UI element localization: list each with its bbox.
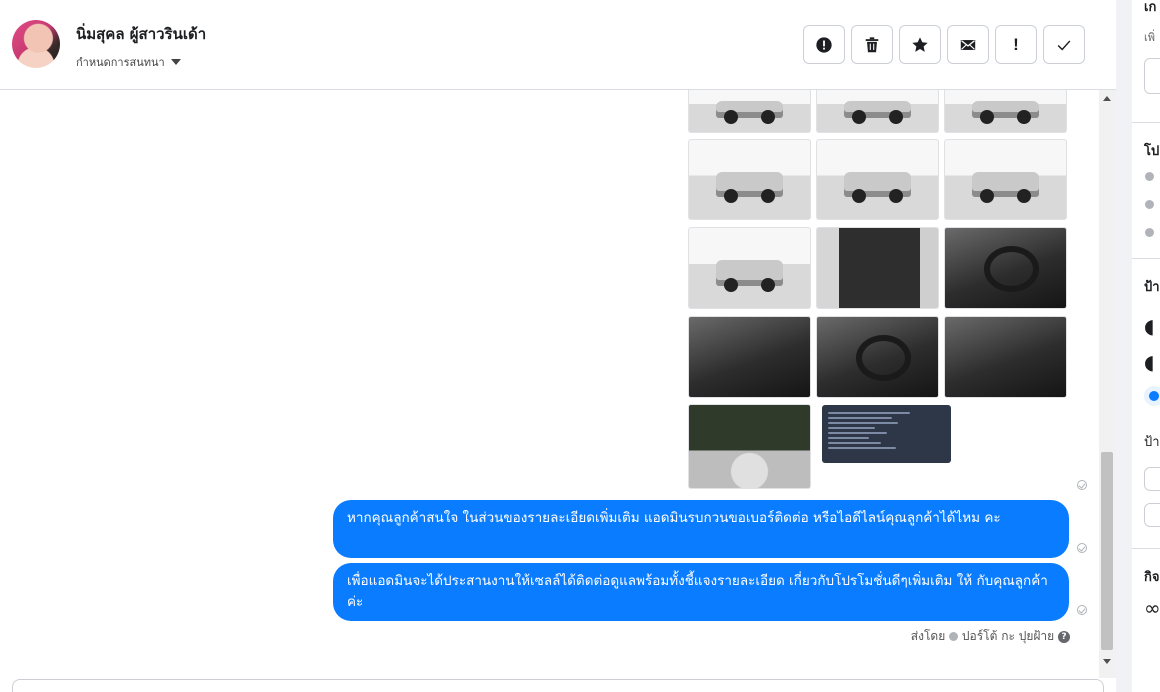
attachment-image[interactable] [944,90,1067,133]
attachment-image[interactable] [688,90,811,133]
done-button[interactable] [1043,25,1085,64]
envelope-icon [960,39,976,50]
attachment-spec-image[interactable] [822,405,951,463]
star-button[interactable] [899,25,941,64]
attachment-image[interactable] [944,139,1067,220]
assign-conversation-dropdown[interactable]: กำหนดการสนทนา [76,53,181,71]
clock-icon [1145,172,1154,181]
contact-name[interactable]: นิ่มสุคล ผู้สาวรินเด้า [76,22,206,46]
attachment-image[interactable] [816,90,939,133]
thread-scrollbar[interactable] [1099,90,1116,678]
conversation-actions: ! [803,25,1085,64]
sent-by-info: ส่งโดย ปอร์โต้ กะ ปุยฝ้าย ? [860,627,1070,646]
panel-input[interactable] [1144,503,1160,527]
location-pin-icon [1145,228,1154,237]
panel-section-subtitle: ป้า [1144,435,1160,450]
infinity-icon: ∞ [1144,596,1160,620]
contact-details-panel: เก เพิ่ โป ป้า ◖ ◖ ป้า กิจ ∞ [1132,0,1160,692]
message-text: หากคุณลูกค้าสนใจ ในส่วนของรายละเอียดเพิ่… [347,510,1001,526]
contact-avatar[interactable] [12,20,60,68]
conversation-header: นิ่มสุคล ผู้สาวรินเด้า กำหนดการสนทนา ! [0,0,1116,90]
assign-label: กำหนดการสนทนา [76,56,165,69]
panel-section-title: กิจ [1144,570,1160,585]
alert-circle-icon [816,36,832,53]
scroll-up-arrow-icon[interactable] [1103,96,1111,101]
label-selected-radio[interactable] [1144,386,1160,406]
panel-divider-line [1132,258,1160,259]
panel-divider [1116,0,1132,692]
message-text: เพื่อแอดมินจะได้ประสานงานให้เซลล์ได้ติดต… [347,573,1048,610]
mark-unread-button[interactable] [947,25,989,64]
attachment-image[interactable] [688,227,811,309]
attachment-image[interactable] [688,404,811,489]
panel-section-title: โป [1144,144,1160,159]
panel-section-title: เก [1144,0,1157,15]
seen-check-icon [1077,480,1087,490]
trash-icon [865,36,879,52]
attachment-image[interactable] [944,316,1067,398]
attachment-image[interactable] [816,227,939,309]
scroll-down-arrow-icon[interactable] [1103,659,1111,664]
caret-down-icon [170,59,181,65]
attachment-image[interactable] [944,227,1067,309]
attachment-image[interactable] [688,139,811,220]
spam-button[interactable] [803,25,845,64]
delete-button[interactable] [851,25,893,64]
help-icon[interactable]: ? [1058,630,1070,643]
message-composer[interactable] [12,679,1104,692]
message-bubble[interactable]: เพื่อแอดมินจะได้ประสานงานให้เซลล์ได้ติดต… [333,563,1069,621]
panel-section-title: ป้า [1144,280,1160,295]
star-icon [912,36,928,52]
label-tag-icon[interactable]: ◖ [1144,314,1155,338]
panel-input[interactable] [1144,58,1160,94]
seen-check-icon [1077,605,1087,615]
seen-check-icon [1077,543,1087,553]
attachment-image[interactable] [688,316,811,398]
scrollbar-thumb[interactable] [1101,452,1113,650]
sent-by-label: ส่งโดย [910,629,946,643]
panel-divider-line [1132,122,1160,123]
message-bubble[interactable]: หากคุณลูกค้าสนใจ ในส่วนของรายละเอียดเพิ่… [333,500,1069,558]
panel-divider-line [1132,548,1160,549]
check-icon [1057,39,1071,51]
sender-name: ปอร์โต้ กะ ปุยฝ้าย [961,629,1055,643]
attachment-image[interactable] [816,139,939,220]
panel-section-subtitle: เพิ่ [1144,31,1156,44]
message-thread[interactable]: หากคุณลูกค้าสนใจ ในส่วนของรายละเอียดเพิ่… [0,90,1116,678]
panel-input[interactable] [1144,467,1160,491]
attachment-image[interactable] [816,316,939,398]
location-pin-icon [1145,200,1154,209]
label-tag-icon[interactable]: ◖ [1144,350,1155,374]
verified-icon [949,632,959,641]
follow-up-button[interactable]: ! [995,25,1037,64]
exclamation-icon: ! [1013,34,1019,54]
